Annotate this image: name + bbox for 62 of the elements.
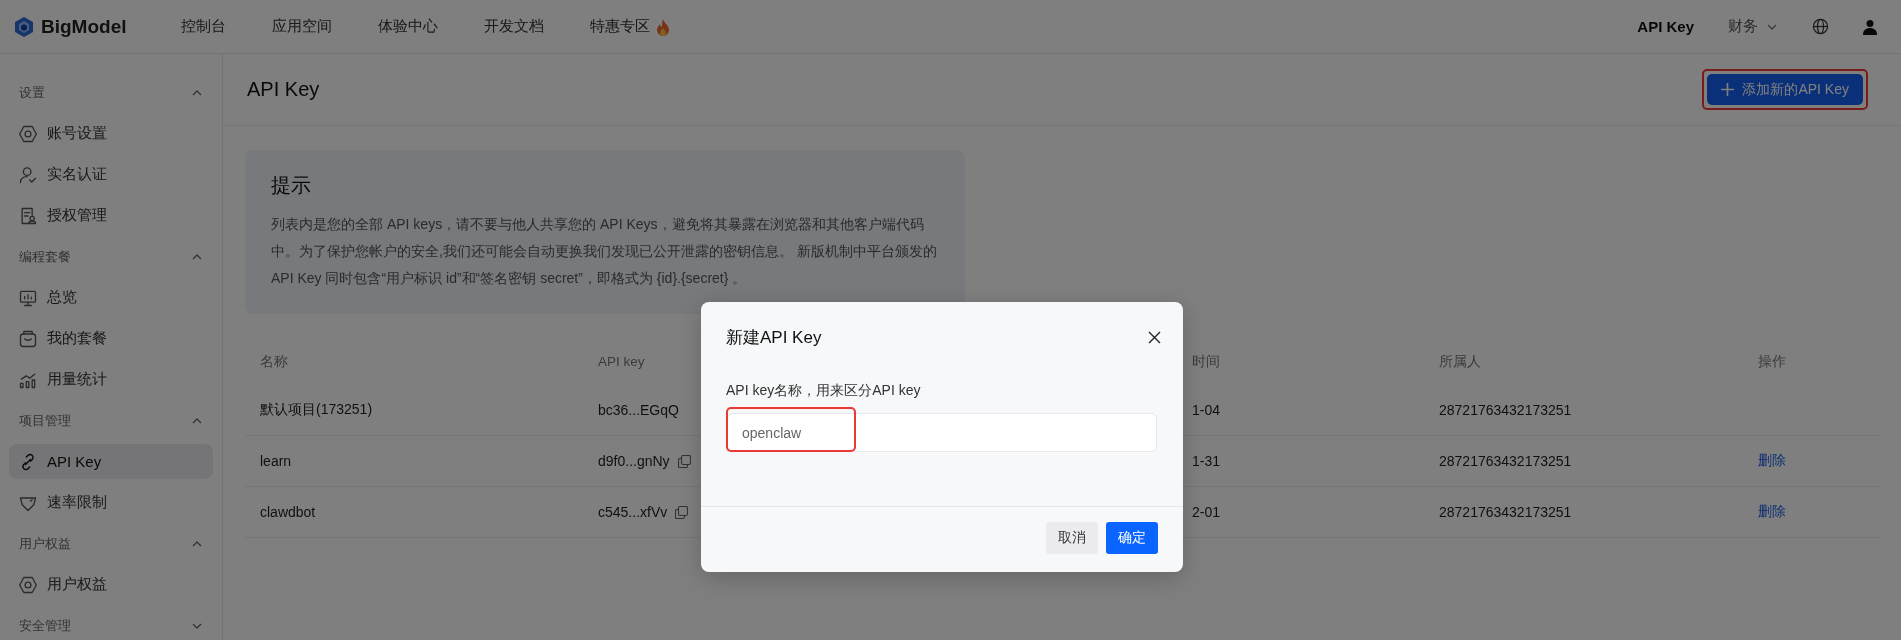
notice-title: 提示 <box>271 173 312 198</box>
sidebar-item[interactable]: 授权管理 <box>9 198 213 233</box>
sidebar-item[interactable]: 总览 <box>9 280 213 315</box>
sidebar-item[interactable]: 实名认证 <box>9 157 213 192</box>
group-title: 编程套餐 <box>19 247 71 266</box>
column-header: 时间 <box>1191 352 1220 371</box>
globe-icon[interactable] <box>1812 18 1829 35</box>
cancel-button[interactable]: 取消 <box>1046 522 1098 554</box>
brand-name: BigModel <box>41 15 127 38</box>
sidebar-item[interactable]: 账号设置 <box>9 116 213 151</box>
table-cell: bc36...EGqQ <box>598 402 679 418</box>
nav-link[interactable]: API Key <box>1637 18 1694 35</box>
field-label: API key名称，用来区分API key <box>726 382 922 400</box>
table-cell-text: 28721763432173251 <box>1438 453 1572 469</box>
table-cell-text: 1-31 <box>1191 453 1221 469</box>
menu-item-icon <box>18 123 38 144</box>
flame-icon <box>655 17 670 36</box>
group-title: 安全管理 <box>19 616 71 635</box>
table-cell-text: 1-04 <box>1191 402 1221 418</box>
menu-item-icon <box>18 164 38 185</box>
sidebar-item[interactable]: API Key <box>9 444 213 479</box>
table-cell-text: 2-01 <box>1191 504 1221 520</box>
column-header: 所属人 <box>1438 352 1481 371</box>
sidebar-item[interactable]: 速率限制 <box>9 485 213 520</box>
menu-item-icon <box>18 328 38 349</box>
nav-link[interactable]: 控制台 <box>180 17 226 36</box>
nav-link[interactable]: 特惠专区 <box>589 17 650 36</box>
group-title: 设置 <box>19 83 45 102</box>
logo-icon <box>14 15 34 38</box>
nav-link[interactable]: 开发文档 <box>483 17 544 36</box>
copy-icon[interactable] <box>677 454 691 468</box>
table-cell-text: 28721763432173251 <box>1438 504 1572 520</box>
copy-icon[interactable] <box>675 505 689 519</box>
confirm-button[interactable]: 确定 <box>1106 522 1158 554</box>
input-field[interactable]: openclaw <box>727 413 1157 452</box>
delete-link[interactable]: 删除 <box>1743 503 1786 521</box>
page-title: API Key <box>247 78 320 101</box>
table-cell-text: learn <box>259 453 292 469</box>
group-title: 项目管理 <box>19 411 71 430</box>
table-cell: c545...xfVv <box>598 504 668 520</box>
table-cell: d9f0...gnNy <box>598 453 670 469</box>
nav-link[interactable]: 体验中心 <box>377 17 438 36</box>
sidebar-item[interactable]: 我的套餐 <box>9 321 213 356</box>
sidebar-item[interactable]: 用量统计 <box>9 362 213 397</box>
user-icon[interactable] <box>1863 18 1877 35</box>
table-cell-text: clawdbot <box>259 504 316 520</box>
add-api-key-button[interactable]: 添加新的API Key <box>1707 74 1863 105</box>
column-header: API key <box>597 354 645 369</box>
sidebar-item[interactable]: 用户权益 <box>9 567 213 602</box>
group-title: 用户权益 <box>19 534 71 553</box>
finance-dropdown[interactable]: 财务 <box>1728 17 1778 36</box>
plus-icon <box>1721 83 1735 96</box>
menu-item-icon <box>18 574 38 595</box>
delete-link[interactable]: 删除 <box>1743 452 1786 470</box>
close-icon[interactable] <box>1148 331 1161 344</box>
column-header: 名称 <box>259 352 288 371</box>
dialog-title: 新建API Key <box>726 327 822 349</box>
notice-text: 列表内是您的全部 API keys，请不要与他人共享您的 API Keys，避免将其暴露在浏览器和其他客户端代码中。为了保护您帐户的安全,我们还可能会自动更换我们发现已公开泄露的密钥信息。 新版机制中平台颁发的 API Key 同时包含“用户标识 id”和“签名密钥 secret”，即格式为 {id}.{secret} 。 <box>271 215 938 288</box>
nav-link[interactable]: 应用空间 <box>271 17 332 36</box>
column-header: 操作 <box>1757 352 1786 371</box>
table-cell-text: 28721763432173251 <box>1438 402 1572 418</box>
table-cell-text: 默认项目(173251) <box>259 401 373 419</box>
